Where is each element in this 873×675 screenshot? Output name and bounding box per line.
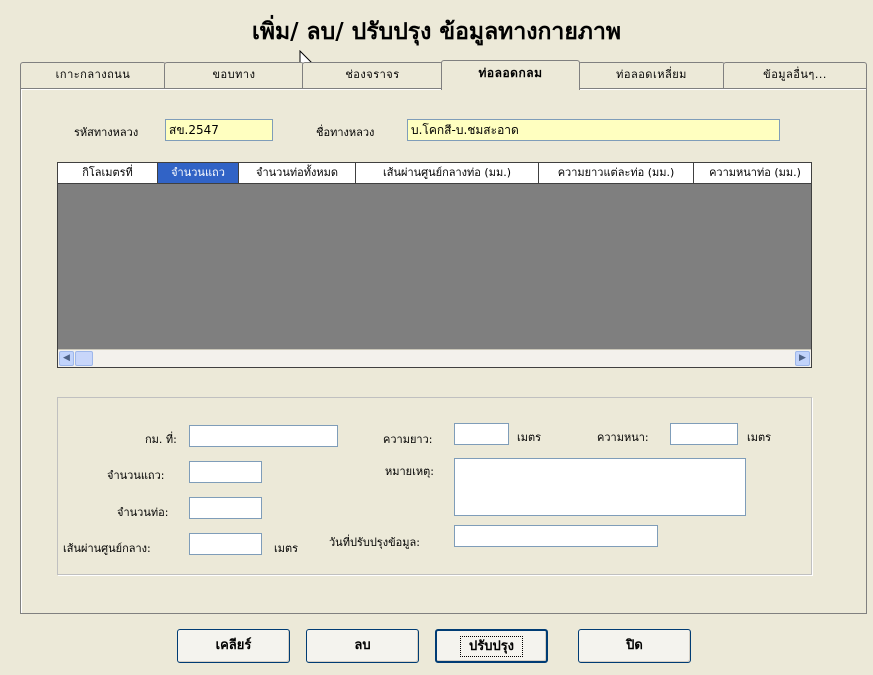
grid-column-header[interactable]: จำนวนท่อทั้งหมด [239, 163, 356, 183]
delete-button-label: ลบ [354, 638, 371, 653]
tab-label: ขอบทาง [212, 68, 256, 81]
page-title: เพิ่ม/ ลบ/ ปรับปรุง ข้อมูลทางกายภาพ [251, 19, 622, 45]
update-button[interactable]: ปรับปรุง [435, 629, 548, 663]
close-button-label: ปิด [626, 638, 643, 653]
thickness-field[interactable] [670, 423, 738, 445]
length-unit-label: เมตร [517, 431, 542, 444]
thickness-unit-label: เมตร [747, 431, 772, 444]
rows-label: จำนวนแถว: [107, 469, 165, 482]
tab-lanes[interactable]: ช่องจราจร [302, 62, 443, 88]
pipes-field[interactable] [189, 497, 262, 519]
rows-field[interactable] [189, 461, 262, 483]
road-code-field[interactable]: สข.2547 [165, 119, 273, 141]
grid-header: กิโลเมตรที่ จำนวนแถว จำนวนท่อทั้งหมด เส้… [58, 163, 811, 184]
diameter-unit-label: เมตร [274, 542, 299, 555]
grid-column-header[interactable]: ความหนาท่อ (มม.) [694, 163, 811, 183]
note-textarea[interactable] [454, 458, 746, 516]
tab-label: ช่องจราจร [345, 68, 400, 81]
road-name-label: ชื่อทางหลวง [316, 126, 375, 139]
road-name-field[interactable]: บ.โคกสี-บ.ชมสะอาด [407, 119, 780, 141]
thickness-label: ความหนา: [597, 431, 649, 444]
updated-date-label: วันที่ปรับปรุงข้อมูล: [329, 536, 420, 549]
tab-label: เกาะกลางถนน [55, 68, 131, 81]
updated-date-field[interactable] [454, 525, 658, 547]
length-field[interactable] [454, 423, 509, 445]
grid-column-header[interactable]: กิโลเมตรที่ [58, 163, 158, 183]
clear-button-label: เคลียร์ [215, 638, 252, 653]
tab-box-culvert[interactable]: ท่อลอดเหลี่ยม [578, 62, 725, 88]
clear-button[interactable]: เคลียร์ [177, 629, 290, 663]
grid-column-header[interactable]: เส้นผ่านศูนย์กลางท่อ (มม.) [356, 163, 539, 183]
diameter-label: เส้นผ่านศูนย์กลาง: [63, 542, 151, 555]
tab-other-data[interactable]: ข้อมูลอื่นๆ... [723, 62, 867, 88]
tab-label: ท่อลอดเหลี่ยม [616, 68, 687, 81]
length-label: ความยาว: [383, 433, 433, 446]
delete-button[interactable]: ลบ [306, 629, 419, 663]
tab-round-culvert[interactable]: ท่อลอดกลม [441, 60, 580, 90]
grid-column-header[interactable]: ความยาวแต่ละท่อ (มม.) [539, 163, 694, 183]
update-button-label: ปรับปรุง [459, 636, 524, 657]
arrow-right-icon[interactable]: ▶ [795, 351, 810, 366]
note-label: หมายเหตุ: [385, 465, 434, 478]
tab-median[interactable]: เกาะกลางถนน [20, 62, 166, 88]
scrollbar-thumb[interactable] [75, 351, 93, 366]
tab-label: ท่อลอดกลม [478, 66, 543, 80]
km-label: กม. ที่: [145, 433, 177, 446]
grid-column-header-selected[interactable]: จำนวนแถว [158, 163, 239, 183]
culvert-data-grid[interactable]: กิโลเมตรที่ จำนวนแถว จำนวนท่อทั้งหมด เส้… [57, 162, 812, 368]
km-field[interactable] [189, 425, 338, 447]
road-code-label: รหัสทางหลวง [74, 126, 139, 139]
close-button[interactable]: ปิด [578, 629, 691, 663]
arrow-left-icon[interactable]: ◀ [59, 351, 74, 366]
tab-label: ข้อมูลอื่นๆ... [763, 68, 827, 81]
diameter-field[interactable] [189, 533, 262, 555]
pipes-label: จำนวนท่อ: [117, 506, 169, 519]
horizontal-scrollbar[interactable]: ◀ ▶ [58, 349, 811, 367]
tab-shoulder[interactable]: ขอบทาง [164, 62, 304, 88]
